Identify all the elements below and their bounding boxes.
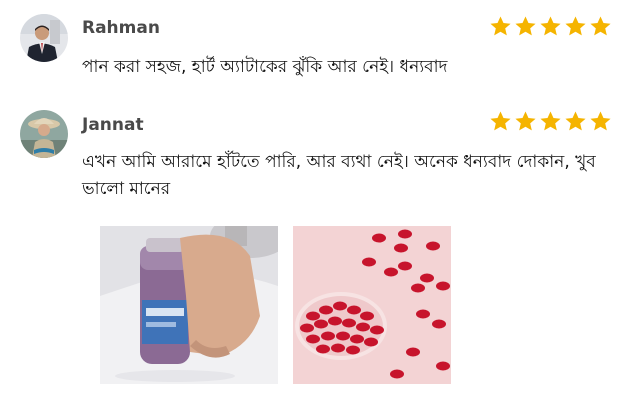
bottle-photo-image [100,226,278,384]
star-icon [490,111,511,131]
star-icon [540,111,561,131]
avatar-jannat[interactable] [20,110,68,158]
star-rating [489,110,612,136]
review-text: পান করা সহজ, হার্ট অ্যাটাকের ঝুঁকি আর নে… [82,57,448,77]
star-icon [565,16,586,36]
avatar-rahman-image [20,14,68,62]
review-photo-bottle[interactable] [100,226,278,384]
star-icon [515,16,536,36]
capsules-photo-image [293,226,451,384]
reviewer-name: Jannat [82,115,144,135]
star-icon [515,111,536,131]
star-icon [565,111,586,131]
star-icon [540,16,561,36]
star-icon [590,16,611,36]
review-rahman: Rahman পান করা সহজ, হার্ট অ্যাটাকের ঝুঁক… [0,0,640,100]
review-text: এখন আমি আরামে হাঁটতে পারি, আর ব্যথা নেই।… [82,152,596,199]
review-photo-capsules[interactable] [293,226,451,384]
avatar-rahman[interactable] [20,14,68,62]
star-icon [490,16,511,36]
star-rating [489,15,612,41]
avatar-jannat-image [20,110,68,158]
reviewer-name: Rahman [82,18,160,38]
star-icon [590,111,611,131]
